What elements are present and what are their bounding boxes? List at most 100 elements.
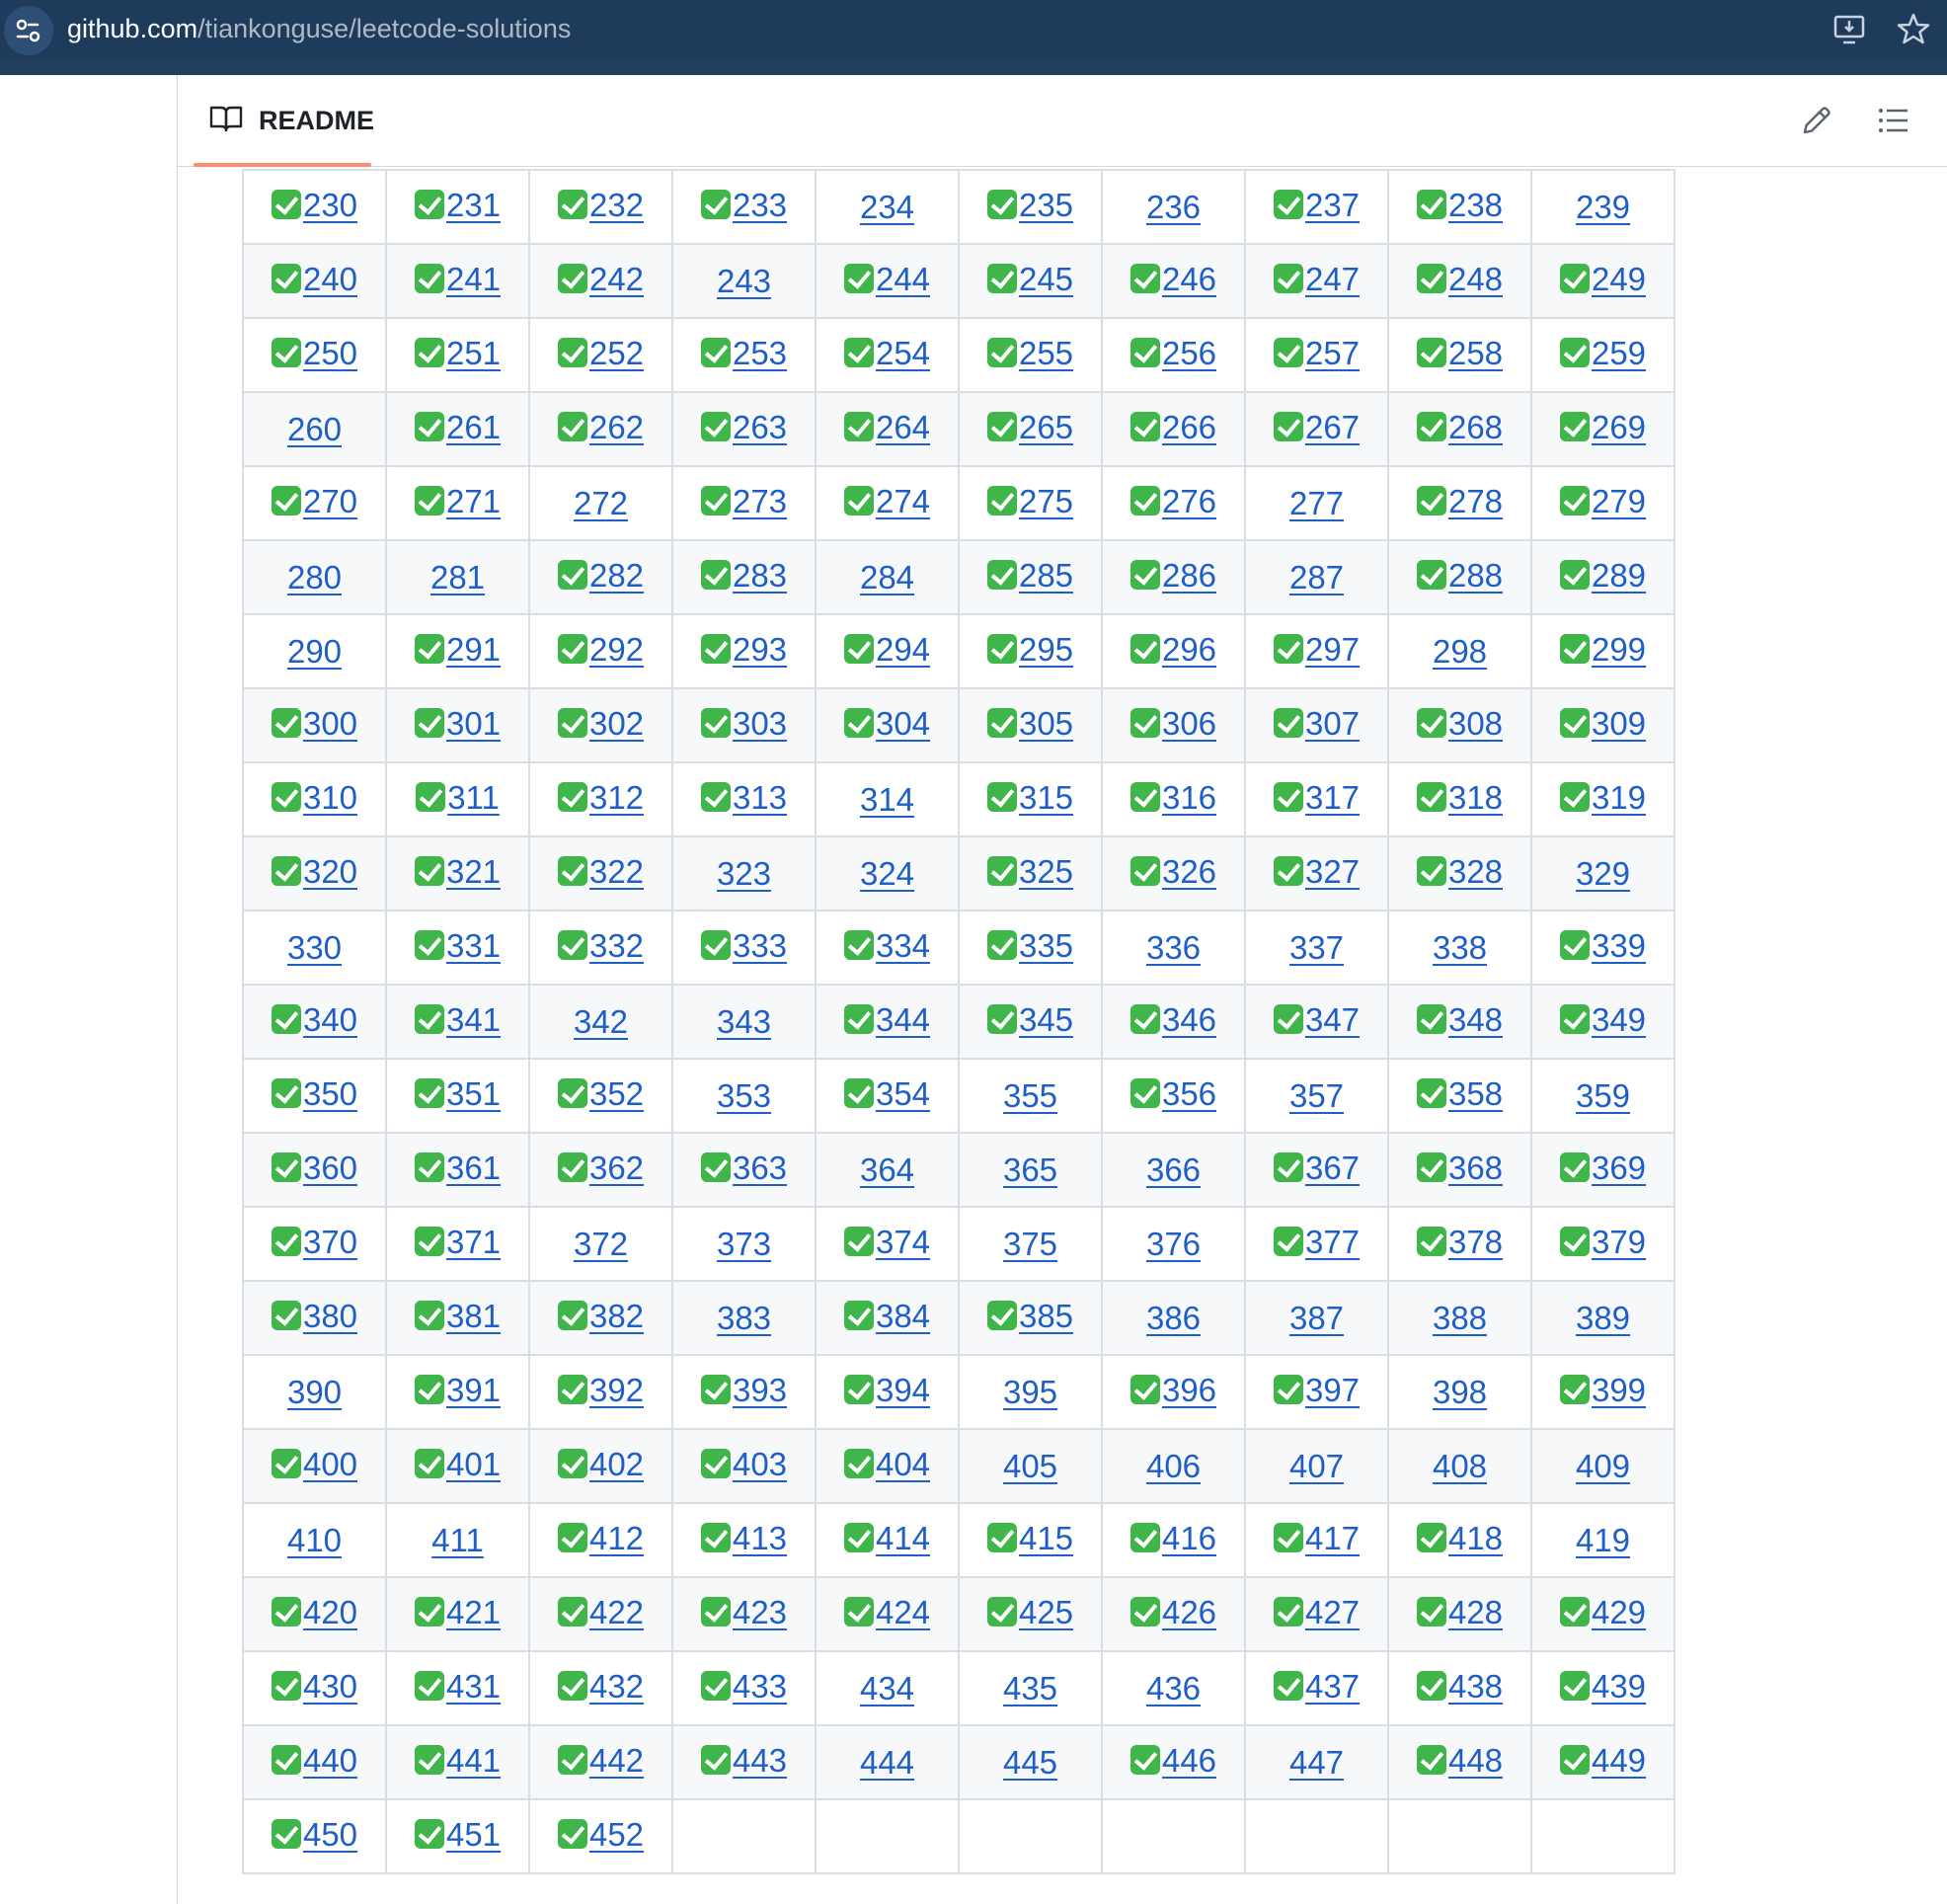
problem-link[interactable]: 392: [589, 1372, 644, 1408]
problem-link[interactable]: 429: [1592, 1594, 1646, 1630]
problem-link[interactable]: 444: [860, 1744, 914, 1781]
problem-link[interactable]: 305: [1019, 705, 1073, 742]
problem-link[interactable]: 269: [1592, 409, 1646, 445]
problem-link[interactable]: 332: [589, 927, 644, 964]
problem-link[interactable]: 417: [1305, 1520, 1360, 1556]
problem-link[interactable]: 264: [876, 409, 930, 445]
problem-link[interactable]: 348: [1448, 1001, 1503, 1038]
problem-link[interactable]: 382: [589, 1298, 644, 1334]
problem-link[interactable]: 309: [1592, 705, 1646, 742]
problem-link[interactable]: 424: [876, 1594, 930, 1630]
problem-link[interactable]: 347: [1305, 1001, 1360, 1038]
readme-tab[interactable]: README: [209, 75, 374, 166]
problem-link[interactable]: 425: [1019, 1594, 1073, 1630]
problem-link[interactable]: 314: [860, 781, 914, 818]
problem-link[interactable]: 402: [589, 1446, 644, 1482]
problem-link[interactable]: 270: [303, 483, 357, 519]
problem-link[interactable]: 231: [446, 187, 501, 223]
bookmark-star-icon[interactable]: [1896, 12, 1931, 47]
problem-link[interactable]: 273: [733, 483, 787, 519]
problem-link[interactable]: 361: [446, 1150, 501, 1186]
problem-link[interactable]: 396: [1162, 1372, 1216, 1408]
problem-link[interactable]: 370: [303, 1224, 357, 1260]
problem-link[interactable]: 325: [1019, 853, 1073, 890]
problem-link[interactable]: 428: [1448, 1594, 1503, 1630]
problem-link[interactable]: 368: [1448, 1150, 1503, 1186]
problem-link[interactable]: 266: [1162, 409, 1216, 445]
problem-link[interactable]: 352: [589, 1075, 644, 1112]
problem-link[interactable]: 374: [876, 1224, 930, 1260]
problem-link[interactable]: 252: [589, 335, 644, 371]
problem-link[interactable]: 452: [589, 1816, 644, 1853]
problem-link[interactable]: 303: [733, 705, 787, 742]
problem-link[interactable]: 282: [589, 557, 644, 594]
problem-link[interactable]: 433: [733, 1668, 787, 1705]
problem-link[interactable]: 403: [733, 1446, 787, 1482]
problem-link[interactable]: 291: [446, 631, 501, 668]
problem-link[interactable]: 320: [303, 853, 357, 890]
problem-link[interactable]: 410: [287, 1522, 342, 1558]
problem-link[interactable]: 247: [1305, 261, 1360, 297]
problem-link[interactable]: 360: [303, 1150, 357, 1186]
problem-link[interactable]: 318: [1448, 779, 1503, 816]
problem-link[interactable]: 240: [303, 261, 357, 297]
problem-link[interactable]: 437: [1305, 1668, 1360, 1705]
problem-link[interactable]: 423: [733, 1594, 787, 1630]
problem-link[interactable]: 366: [1146, 1151, 1201, 1188]
problem-link[interactable]: 367: [1305, 1150, 1360, 1186]
problem-link[interactable]: 378: [1448, 1224, 1503, 1260]
problem-link[interactable]: 311: [447, 779, 500, 816]
problem-link[interactable]: 237: [1305, 187, 1360, 223]
problem-link[interactable]: 319: [1592, 779, 1646, 816]
problem-link[interactable]: 294: [876, 631, 930, 668]
problem-link[interactable]: 236: [1146, 189, 1201, 225]
problem-link[interactable]: 363: [733, 1150, 787, 1186]
problem-link[interactable]: 435: [1003, 1670, 1057, 1706]
problem-link[interactable]: 259: [1592, 335, 1646, 371]
problem-link[interactable]: 312: [589, 779, 644, 816]
problem-link[interactable]: 234: [860, 189, 914, 225]
outline-list-icon[interactable]: [1876, 103, 1911, 138]
problem-link[interactable]: 251: [446, 335, 501, 371]
problem-link[interactable]: 388: [1433, 1300, 1487, 1336]
problem-link[interactable]: 390: [287, 1374, 342, 1410]
problem-link[interactable]: 316: [1162, 779, 1216, 816]
problem-link[interactable]: 333: [733, 927, 787, 964]
problem-link[interactable]: 450: [303, 1816, 357, 1853]
problem-link[interactable]: 310: [303, 779, 357, 816]
problem-link[interactable]: 246: [1162, 261, 1216, 297]
problem-link[interactable]: 285: [1019, 557, 1073, 594]
problem-link[interactable]: 315: [1019, 779, 1073, 816]
problem-link[interactable]: 324: [860, 855, 914, 892]
problem-link[interactable]: 299: [1592, 631, 1646, 668]
problem-link[interactable]: 284: [860, 559, 914, 595]
problem-link[interactable]: 442: [589, 1742, 644, 1779]
problem-link[interactable]: 255: [1019, 335, 1073, 371]
problem-link[interactable]: 356: [1162, 1075, 1216, 1112]
problem-link[interactable]: 258: [1448, 335, 1503, 371]
problem-link[interactable]: 400: [303, 1446, 357, 1482]
problem-link[interactable]: 371: [446, 1224, 501, 1260]
problem-link[interactable]: 427: [1305, 1594, 1360, 1630]
problem-link[interactable]: 418: [1448, 1520, 1503, 1556]
problem-link[interactable]: 364: [860, 1151, 914, 1188]
problem-link[interactable]: 339: [1592, 927, 1646, 964]
problem-link[interactable]: 401: [446, 1446, 501, 1482]
problem-link[interactable]: 317: [1305, 779, 1360, 816]
problem-link[interactable]: 394: [876, 1372, 930, 1408]
problem-link[interactable]: 245: [1019, 261, 1073, 297]
problem-link[interactable]: 449: [1592, 1742, 1646, 1779]
problem-link[interactable]: 350: [303, 1075, 357, 1112]
problem-link[interactable]: 281: [430, 559, 485, 595]
problem-link[interactable]: 391: [446, 1372, 501, 1408]
problem-link[interactable]: 426: [1162, 1594, 1216, 1630]
problem-link[interactable]: 395: [1003, 1374, 1057, 1410]
problem-link[interactable]: 389: [1576, 1300, 1630, 1336]
problem-link[interactable]: 278: [1448, 483, 1503, 519]
problem-link[interactable]: 233: [733, 187, 787, 223]
problem-link[interactable]: 420: [303, 1594, 357, 1630]
problem-link[interactable]: 430: [303, 1668, 357, 1705]
problem-link[interactable]: 235: [1019, 187, 1073, 223]
problem-link[interactable]: 359: [1576, 1077, 1630, 1114]
problem-link[interactable]: 256: [1162, 335, 1216, 371]
